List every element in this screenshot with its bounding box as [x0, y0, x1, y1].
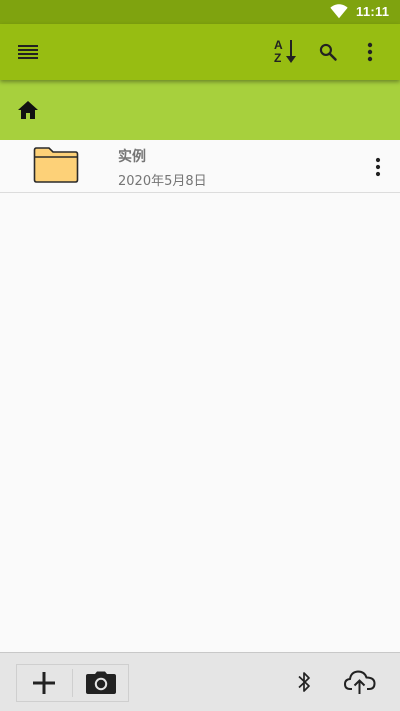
button-divider [72, 669, 73, 697]
file-date: 2020年5月8日 [118, 174, 207, 189]
overflow-menu-button[interactable] [356, 38, 384, 66]
bluetooth-icon [298, 672, 310, 692]
bluetooth-button[interactable] [292, 669, 316, 695]
camera-icon [86, 671, 116, 694]
folder-icon [33, 147, 79, 183]
status-bar: 11:11 [0, 0, 400, 24]
path-bar [0, 80, 400, 140]
status-time: 11:11 [356, 4, 390, 19]
sort-letter-a: A [274, 38, 283, 52]
bottom-bar [0, 652, 400, 711]
sort-button[interactable]: A Z [271, 38, 299, 66]
sort-letter-z: Z [274, 51, 282, 65]
home-icon[interactable] [16, 98, 40, 122]
menu-icon [18, 45, 38, 59]
search-button[interactable] [314, 38, 342, 66]
app-toolbar: A Z [0, 24, 400, 80]
add-icon [33, 672, 55, 694]
cloud-upload-icon [343, 670, 376, 694]
menu-button[interactable] [14, 38, 42, 66]
sort-az-icon: A Z [272, 38, 298, 66]
camera-button[interactable] [83, 668, 119, 698]
more-vert-icon [367, 42, 373, 62]
more-vert-icon[interactable] [366, 155, 390, 179]
bottom-button-group [16, 664, 129, 702]
wifi-icon [330, 4, 348, 19]
search-icon [319, 43, 337, 61]
file-name: 实例 [118, 149, 146, 165]
cloud-upload-button[interactable] [342, 667, 378, 697]
list-item[interactable]: 实例 2020年5月8日 [0, 140, 400, 193]
add-button[interactable] [27, 668, 61, 698]
